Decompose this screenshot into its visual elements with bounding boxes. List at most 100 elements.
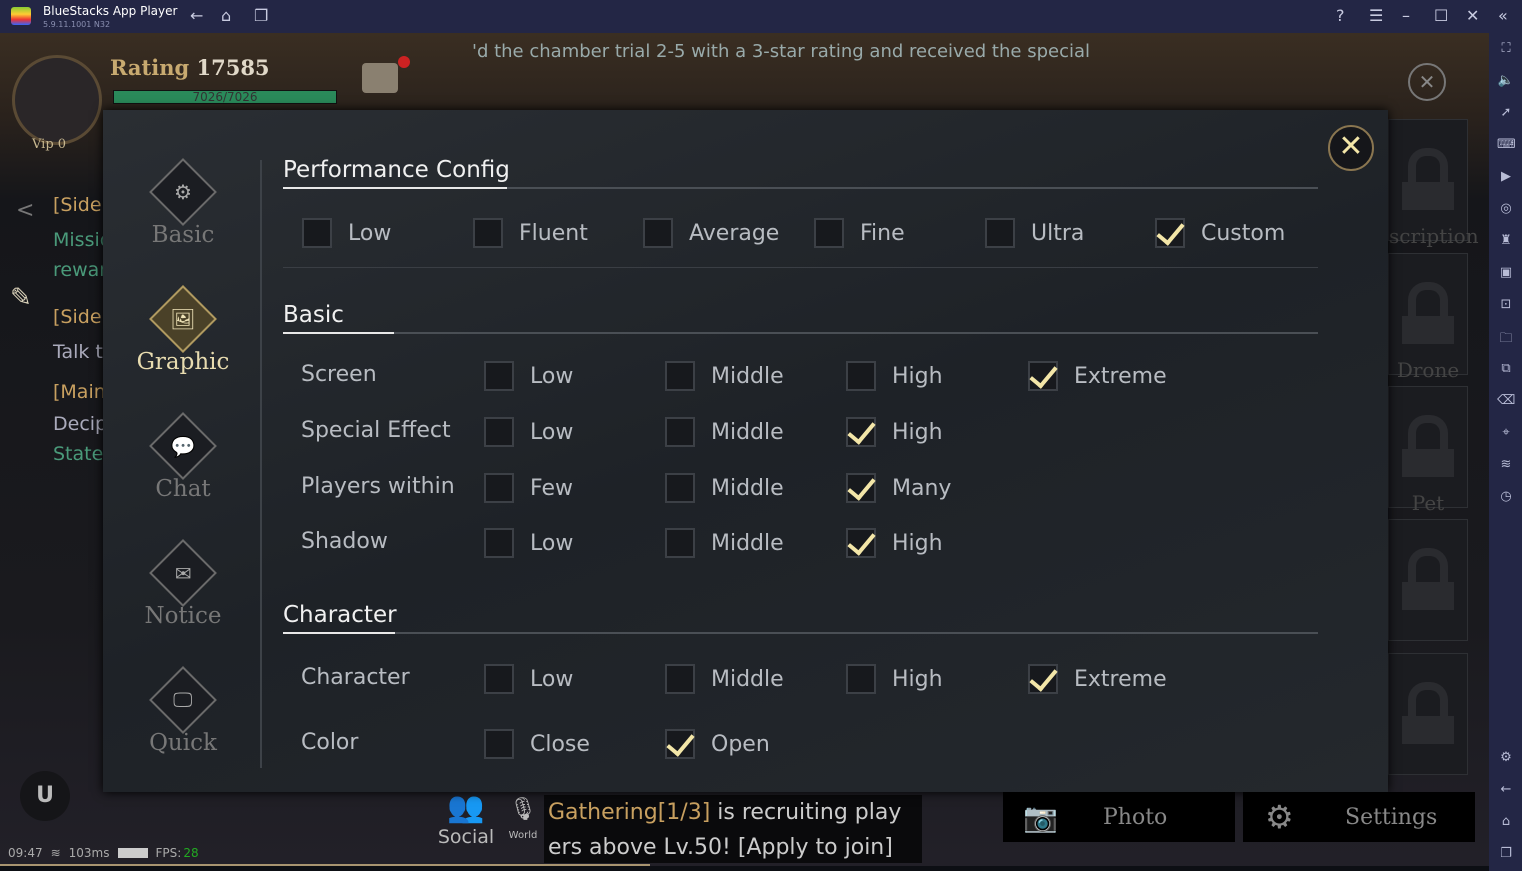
checkbox[interactable] xyxy=(846,473,876,503)
back-icon[interactable]: ← xyxy=(190,6,203,25)
vip-badge[interactable]: Vip 0 xyxy=(32,137,66,152)
rotate-sync-icon[interactable]: ◎ xyxy=(1497,201,1515,216)
checkbox[interactable] xyxy=(1155,218,1185,248)
location-icon[interactable]: ⌖ xyxy=(1497,425,1515,440)
checkbox[interactable] xyxy=(302,218,332,248)
screen-option-extreme[interactable]: Extreme xyxy=(1028,361,1167,391)
close-modal-button[interactable]: ✕ xyxy=(1328,125,1374,171)
checkbox[interactable] xyxy=(484,729,514,759)
folder-icon[interactable]: 🗀 xyxy=(1497,329,1515,351)
macro-icon[interactable]: ▶ xyxy=(1497,169,1515,184)
players-within-option-many[interactable]: Many xyxy=(846,473,951,503)
shadow-option-low[interactable]: Low xyxy=(484,528,573,558)
erase-icon[interactable]: ⌫ xyxy=(1497,393,1515,408)
shadow-option-middle[interactable]: Middle xyxy=(665,528,784,558)
checkbox[interactable] xyxy=(484,417,514,447)
special-effect-option-low[interactable]: Low xyxy=(484,417,573,447)
chat-message[interactable]: Gathering[1/3] is recruiting play ers ab… xyxy=(544,795,922,863)
locked-slot[interactable]: Pet xyxy=(1388,386,1468,515)
checkbox[interactable] xyxy=(484,664,514,694)
menu-icon[interactable]: ☰ xyxy=(1369,6,1383,25)
help-icon[interactable]: ? xyxy=(1336,6,1345,25)
checkbox[interactable] xyxy=(846,361,876,391)
nav-item-basic[interactable]: ⚙ Basic xyxy=(103,158,263,248)
gamepad-icon[interactable]: ♜ xyxy=(1497,233,1515,248)
checkbox[interactable] xyxy=(484,473,514,503)
checkbox[interactable] xyxy=(665,361,695,391)
performance-option-low[interactable]: Low xyxy=(302,218,391,248)
social-button[interactable]: 👥 Social xyxy=(436,790,496,848)
checkbox[interactable] xyxy=(814,218,844,248)
character-option-extreme[interactable]: Extreme xyxy=(1028,664,1167,694)
layers-icon[interactable]: ≋ xyxy=(1497,457,1515,472)
screen-option-middle[interactable]: Middle xyxy=(665,361,784,391)
checkbox[interactable] xyxy=(665,664,695,694)
performance-option-average[interactable]: Average xyxy=(643,218,779,248)
resize-icon[interactable]: ⧉ xyxy=(1497,361,1515,376)
home-icon[interactable]: ⌂ xyxy=(221,6,231,25)
shadow-option-high[interactable]: High xyxy=(846,528,943,558)
screenshot-icon[interactable]: ⊡ xyxy=(1497,297,1515,312)
multi-instance-icon[interactable]: ❐ xyxy=(254,6,268,25)
performance-icon[interactable]: ◷ xyxy=(1497,489,1515,504)
checkbox[interactable] xyxy=(846,417,876,447)
checkbox[interactable] xyxy=(473,218,503,248)
checkbox[interactable] xyxy=(665,473,695,503)
checkbox[interactable] xyxy=(643,218,673,248)
apk-icon[interactable]: ▣ xyxy=(1497,265,1515,280)
pointer-icon[interactable]: ➚ xyxy=(1497,105,1515,120)
map-icon[interactable]: ✕ xyxy=(1408,63,1446,101)
avatar[interactable] xyxy=(12,55,102,145)
locked-slot[interactable]: Drone xyxy=(1388,253,1468,382)
character-option-high[interactable]: High xyxy=(846,664,943,694)
players-within-option-middle[interactable]: Middle xyxy=(665,473,784,503)
settings-icon[interactable]: ⚙ xyxy=(1497,750,1515,765)
performance-option-fluent[interactable]: Fluent xyxy=(473,218,588,248)
checkbox[interactable] xyxy=(665,417,695,447)
minimize-icon[interactable]: – xyxy=(1402,6,1410,25)
nav-item-quick[interactable]: 🖵 Quick xyxy=(103,666,263,756)
maximize-icon[interactable]: ☐ xyxy=(1434,6,1448,25)
collapse-icon[interactable]: « xyxy=(1498,6,1508,25)
locked-slot[interactable]: scription xyxy=(1388,119,1479,248)
players-within-option-few[interactable]: Few xyxy=(484,473,573,503)
world-channel-button[interactable]: 🎙 World xyxy=(508,790,538,841)
nav-item-chat[interactable]: 💬 Chat xyxy=(103,412,263,502)
checkbox[interactable] xyxy=(985,218,1015,248)
checkbox[interactable] xyxy=(665,528,695,558)
settings-button[interactable]: ⚙ Settings xyxy=(1243,792,1475,842)
checkbox[interactable] xyxy=(846,664,876,694)
volume-icon[interactable]: 🔈 xyxy=(1497,73,1515,88)
locked-slot[interactable] xyxy=(1388,653,1468,775)
special-effect-option-high[interactable]: High xyxy=(846,417,943,447)
checkbox[interactable] xyxy=(846,528,876,558)
checkbox[interactable] xyxy=(484,528,514,558)
checkbox[interactable] xyxy=(665,729,695,759)
performance-option-fine[interactable]: Fine xyxy=(814,218,905,248)
performance-option-ultra[interactable]: Ultra xyxy=(985,218,1084,248)
home-icon[interactable]: ⌂ xyxy=(1497,814,1515,829)
screen-option-low[interactable]: Low xyxy=(484,361,573,391)
keyboard-icon[interactable]: ⌨ xyxy=(1497,137,1516,152)
back-icon[interactable]: ← xyxy=(1497,782,1515,797)
nav-item-graphic[interactable]: 🖼 Graphic xyxy=(103,285,263,375)
locked-slot[interactable] xyxy=(1388,519,1468,641)
special-effect-option-middle[interactable]: Middle xyxy=(665,417,784,447)
character-option-middle[interactable]: Middle xyxy=(665,664,784,694)
checkbox[interactable] xyxy=(484,361,514,391)
chest-icon[interactable] xyxy=(362,63,398,93)
checkbox[interactable] xyxy=(1028,664,1058,694)
nav-item-notice[interactable]: ✉ Notice xyxy=(103,539,263,629)
fullscreen-icon[interactable]: ⛶ xyxy=(1497,41,1515,56)
photo-button[interactable]: 📷 Photo xyxy=(1003,792,1235,842)
recent-apps-icon[interactable]: ❐ xyxy=(1497,846,1515,861)
quest-collapse-icon[interactable]: < xyxy=(16,198,34,223)
performance-option-custom[interactable]: Custom xyxy=(1155,218,1285,248)
checkbox[interactable] xyxy=(1028,361,1058,391)
screen-option-high[interactable]: High xyxy=(846,361,943,391)
color-option-close[interactable]: Close xyxy=(484,729,590,759)
ui-toggle-button[interactable]: U xyxy=(20,771,70,821)
character-option-low[interactable]: Low xyxy=(484,664,573,694)
close-icon[interactable]: ✕ xyxy=(1466,6,1479,25)
color-option-open[interactable]: Open xyxy=(665,729,770,759)
